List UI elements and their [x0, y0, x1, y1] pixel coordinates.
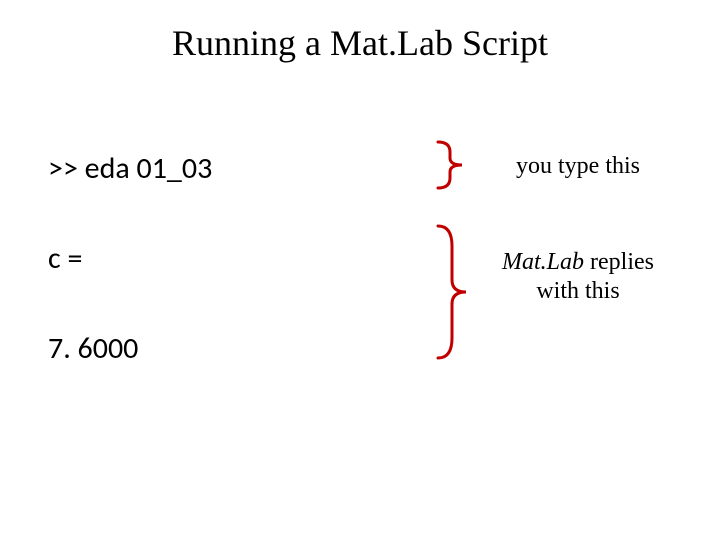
brace-input-icon: [428, 140, 478, 190]
annotation-matlab-word: Mat.Lab: [502, 249, 584, 275]
slide: Running a Mat.Lab Script >> eda 01_03 c …: [0, 0, 720, 540]
console-output-var: c =: [48, 240, 82, 277]
annotation-with-this: with this: [536, 278, 619, 304]
console-input: >> eda 01_03: [48, 150, 212, 187]
annotation-replies-rest: replies: [584, 249, 654, 275]
slide-title: Running a Mat.Lab Script: [0, 22, 720, 64]
console-output-value: 7. 6000: [48, 330, 138, 367]
annotation-matlab-replies: Mat.Lab replies with this: [498, 248, 658, 306]
brace-output-icon: [428, 222, 478, 362]
annotation-you-type: you type this: [498, 152, 658, 181]
